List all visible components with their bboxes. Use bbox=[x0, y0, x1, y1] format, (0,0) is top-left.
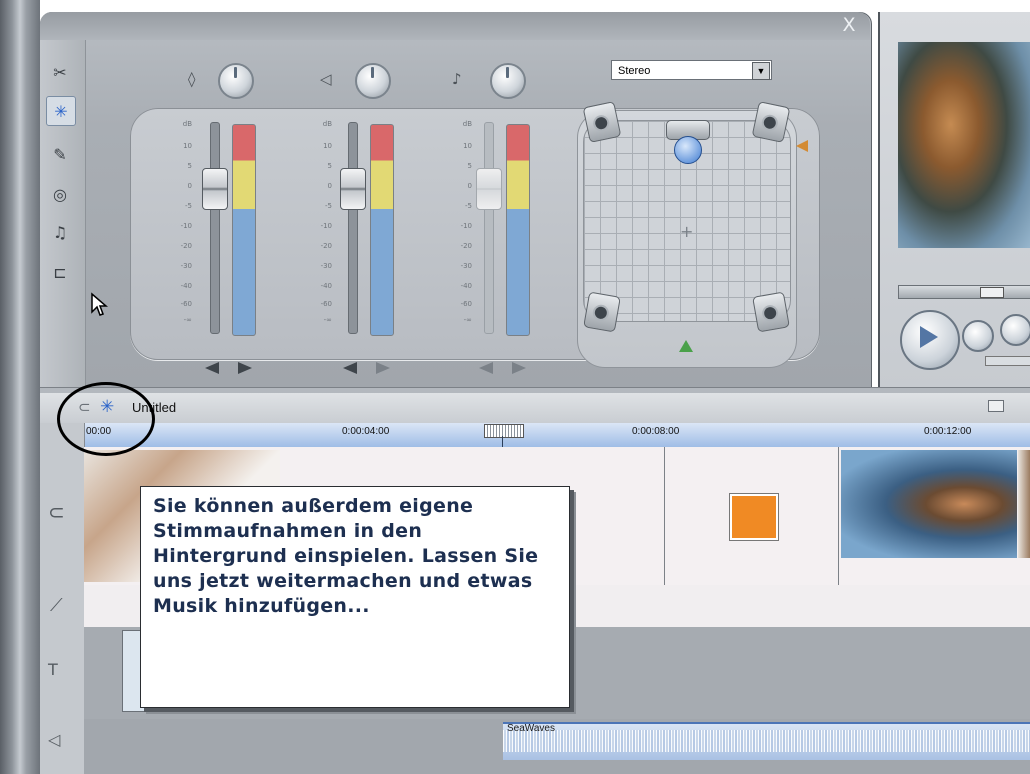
right-arrow-icon[interactable] bbox=[376, 362, 390, 374]
crosshair-icon: + bbox=[680, 222, 694, 241]
cd-icon[interactable]: ◎ bbox=[46, 180, 74, 208]
playhead-scrubber[interactable] bbox=[484, 424, 524, 438]
music-note-icon: ♪ bbox=[452, 70, 462, 88]
db-scale: dB 10 5 0 -5 -10 -20 -30 -40 -60 -∞ bbox=[320, 120, 332, 324]
db-scale: dB 10 5 0 -5 -10 -20 -30 -40 -60 -∞ bbox=[460, 120, 472, 324]
callout-text: Sie können außerdem eigene Stimmaufnahme… bbox=[153, 495, 539, 617]
title-track-icon[interactable]: T bbox=[48, 660, 58, 679]
speaker-rear-left-icon bbox=[583, 291, 621, 333]
level-meter-effects bbox=[370, 124, 394, 336]
camcorder-icon[interactable]: ⊂ bbox=[48, 500, 65, 524]
volume-fader-music[interactable] bbox=[476, 168, 502, 210]
timeline-ruler[interactable]: 00:00 0:00:04:00 0:00:08:00 0:00:12:00 bbox=[84, 423, 1030, 448]
speaker-rear-right-icon bbox=[752, 291, 790, 333]
plug-icon[interactable]: ⊏ bbox=[46, 258, 74, 286]
video-clip[interactable] bbox=[1018, 450, 1030, 558]
pan-position-handle[interactable] bbox=[674, 136, 702, 164]
chevron-down-icon[interactable]: ▼ bbox=[752, 62, 770, 80]
balance-knob-video[interactable] bbox=[218, 63, 254, 99]
window-frame-left bbox=[0, 0, 40, 774]
mixer-titlebar bbox=[40, 12, 870, 40]
narration-icon[interactable]: ✎ bbox=[46, 140, 74, 168]
audio-mixer-icon[interactable]: ✳ bbox=[46, 96, 76, 126]
scrubber-handle[interactable] bbox=[980, 287, 1004, 298]
audio-waveform bbox=[503, 730, 1030, 752]
transition-icon[interactable] bbox=[730, 494, 778, 540]
volume-fader-video[interactable] bbox=[202, 168, 228, 210]
ruler-tick-label: 0:00:04:00 bbox=[342, 426, 390, 437]
left-arrow-icon[interactable] bbox=[479, 362, 493, 374]
preview-scrubber[interactable] bbox=[898, 285, 1030, 299]
timeline-titlebar bbox=[40, 393, 1030, 424]
music-icon[interactable]: ♫ bbox=[46, 218, 74, 246]
balance-knob-music[interactable] bbox=[490, 63, 526, 99]
toolbox-sidebar bbox=[40, 40, 86, 387]
play-icon bbox=[920, 326, 938, 348]
ruler-tick-label: 0:00:12:00 bbox=[924, 426, 972, 437]
fader-track bbox=[348, 122, 358, 334]
left-arrow-icon[interactable] bbox=[343, 362, 357, 374]
fader-track bbox=[484, 122, 494, 334]
left-arrow-icon[interactable] bbox=[205, 362, 219, 374]
video-clip[interactable] bbox=[841, 450, 1017, 558]
audio-clip-label: SeaWaves bbox=[507, 723, 555, 734]
microphone-icon[interactable]: ⟋ bbox=[50, 595, 63, 616]
fast-forward-button[interactable] bbox=[1000, 314, 1030, 346]
close-button[interactable]: X bbox=[838, 14, 860, 36]
ruler-tick-label: 0:00:08:00 bbox=[632, 426, 680, 437]
video-tool-icon[interactable]: ✂ bbox=[46, 58, 74, 86]
camcorder-icon: ◊ bbox=[188, 70, 196, 88]
preview-image bbox=[898, 42, 1030, 248]
speaker-icon: ◁ bbox=[320, 70, 332, 88]
window-restore-icon[interactable] bbox=[988, 400, 1004, 412]
speaker-icon[interactable]: ◁ bbox=[48, 730, 60, 749]
right-arrow-icon[interactable] bbox=[512, 362, 526, 374]
fader-track bbox=[210, 122, 220, 334]
mouse-cursor-icon bbox=[91, 292, 108, 316]
output-mode-select[interactable]: Stereo bbox=[611, 60, 772, 80]
right-arrow-icon[interactable] bbox=[238, 362, 252, 374]
balance-knob-effects[interactable] bbox=[355, 63, 391, 99]
pan-marker-icon bbox=[679, 340, 693, 352]
volume-fader-effects[interactable] bbox=[340, 168, 366, 210]
level-meter-video bbox=[232, 124, 256, 336]
pan-marker-icon bbox=[796, 140, 808, 152]
rewind-button[interactable] bbox=[962, 320, 994, 352]
volume-slider[interactable] bbox=[985, 356, 1030, 366]
highlight-circle bbox=[57, 382, 155, 456]
db-scale: dB 10 5 0 -5 -10 -20 -30 -40 -60 -∞ bbox=[180, 120, 192, 324]
level-meter-music bbox=[506, 124, 530, 336]
